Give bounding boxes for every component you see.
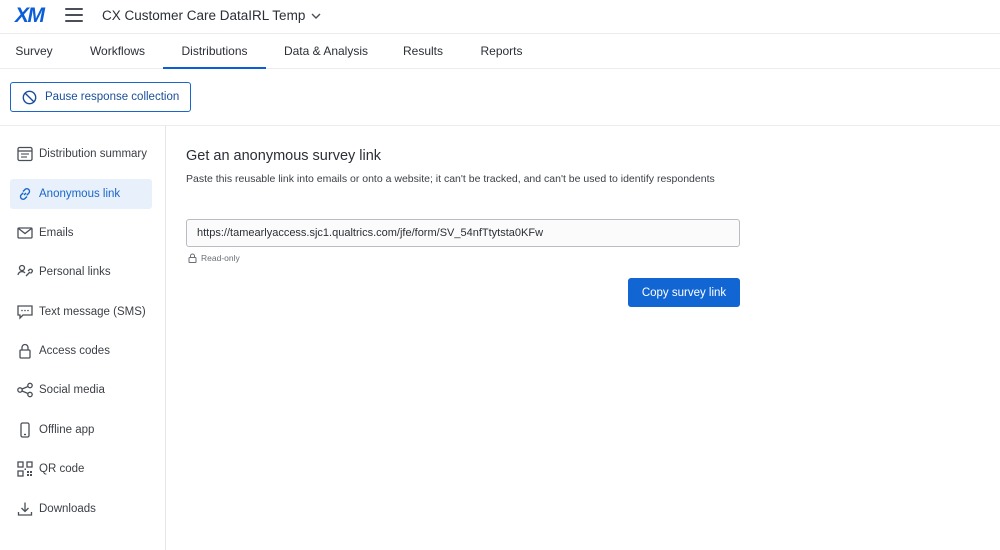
sidebar-item-personal-links[interactable]: Personal links (10, 257, 152, 287)
tab-reports[interactable]: Reports (475, 35, 528, 69)
tab-distributions[interactable]: Distributions (163, 35, 266, 69)
sidebar-item-access-codes[interactable]: Access codes (10, 336, 152, 366)
sidebar-item-downloads[interactable]: Downloads (10, 494, 152, 524)
action-row: Pause response collection (0, 70, 1000, 126)
sidebar-item-qr-code[interactable]: QR code (10, 454, 152, 484)
sidebar-item-label: Personal links (39, 266, 111, 278)
sidebar-item-distribution-summary[interactable]: Distribution summary (10, 139, 152, 169)
sidebar-item-label: Emails (39, 227, 74, 239)
hamburger-menu-icon[interactable] (65, 8, 83, 22)
sidebar-item-anonymous-link[interactable]: Anonymous link (10, 179, 152, 209)
pause-response-collection-button[interactable]: Pause response collection (10, 82, 191, 112)
personal-link-icon (17, 264, 33, 277)
main-tabs: Survey Workflows Distributions Data & An… (0, 35, 1000, 69)
page-description: Paste this reusable link into emails or … (186, 173, 715, 185)
readonly-label: Read-only (201, 253, 240, 263)
tab-results[interactable]: Results (398, 35, 448, 69)
sidebar-item-sms[interactable]: Text message (SMS) (10, 297, 152, 327)
mobile-icon (20, 422, 30, 438)
tab-survey[interactable]: Survey (10, 35, 58, 69)
sidebar-item-social-media[interactable]: Social media (10, 375, 152, 405)
project-selector[interactable]: CX Customer Care DataIRL Temp (102, 8, 321, 23)
distribution-sidebar: Distribution summary Anonymous link Emai… (0, 126, 166, 550)
top-bar: XM CX Customer Care DataIRL Temp (0, 0, 1000, 34)
sidebar-item-label: Distribution summary (39, 148, 147, 160)
copy-survey-link-button[interactable]: Copy survey link (628, 278, 740, 307)
tab-workflows[interactable]: Workflows (84, 35, 151, 69)
project-title: CX Customer Care DataIRL Temp (102, 8, 306, 23)
sms-icon (17, 305, 33, 320)
prohibited-icon (22, 90, 37, 104)
survey-link-field[interactable]: https://tamearlyaccess.sjc1.qualtrics.co… (186, 219, 740, 247)
download-icon (17, 502, 33, 516)
sidebar-item-label: Access codes (39, 345, 110, 357)
sidebar-item-offline-app[interactable]: Offline app (10, 415, 152, 445)
lock-icon (19, 343, 31, 359)
sidebar-item-label: QR code (39, 463, 85, 475)
chevron-down-icon (311, 13, 321, 19)
sidebar-item-label: Downloads (39, 503, 96, 515)
sidebar-item-label: Text message (SMS) (39, 306, 146, 318)
sidebar-item-label: Offline app (39, 424, 95, 436)
sidebar-item-emails[interactable]: Emails (10, 218, 152, 248)
lock-icon (188, 253, 197, 263)
sidebar-item-label: Social media (39, 384, 105, 396)
share-icon (17, 382, 33, 398)
tab-data-analysis[interactable]: Data & Analysis (280, 35, 372, 69)
readonly-note: Read-only (188, 253, 240, 263)
mail-icon (17, 227, 33, 239)
sidebar-item-label: Anonymous link (39, 188, 121, 200)
link-icon (19, 188, 31, 200)
qr-code-icon (17, 461, 33, 477)
xm-logo[interactable]: XM (15, 4, 45, 28)
summary-icon (17, 146, 33, 162)
page-title: Get an anonymous survey link (186, 148, 382, 164)
pause-button-label: Pause response collection (45, 91, 180, 103)
